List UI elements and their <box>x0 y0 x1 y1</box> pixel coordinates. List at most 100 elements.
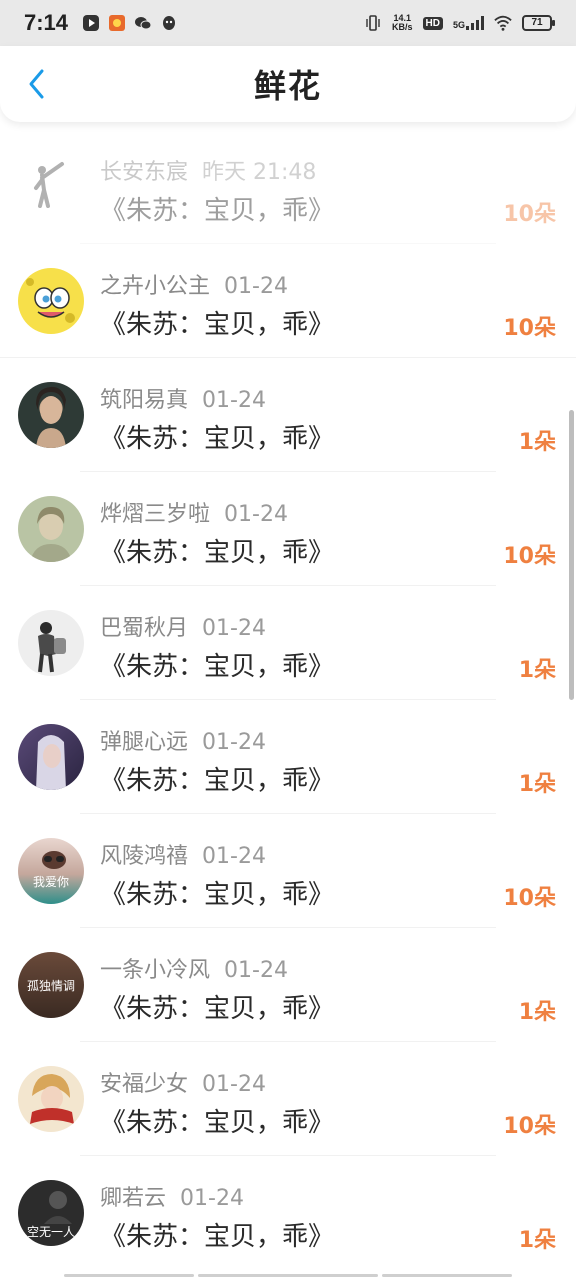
avatar-caption: 我爱你 <box>32 875 69 889</box>
list-item[interactable]: 长安东宸 昨天 21:48 《朱苏：宝贝，乖》 10朵 <box>0 130 576 244</box>
martial-arts-figure-icon <box>34 162 64 208</box>
header-bar: 鲜花 <box>0 46 576 122</box>
back-button[interactable] <box>16 64 56 104</box>
song-title: 《朱苏：宝贝，乖》 <box>100 652 335 682</box>
avatar-caption: 空无一人 <box>26 1225 75 1239</box>
signal-type: 5G <box>452 20 465 30</box>
list-item[interactable]: 筑阳易真 01-24 《朱苏：宝贝，乖》 1朵 <box>0 358 576 472</box>
avatar[interactable]: 孤独情调 <box>18 952 84 1018</box>
flower-count: 10朵 <box>503 202 556 227</box>
send-date: 01-24 <box>202 616 266 641</box>
flower-list: 长安东宸 昨天 21:48 《朱苏：宝贝，乖》 10朵 之卉小公主 01-24 《朱… <box>0 130 576 1270</box>
notification-icons <box>82 14 178 32</box>
sender-line: 一条小冷风 01-24 <box>100 952 288 984</box>
portrait-photo <box>38 622 66 673</box>
avatar[interactable]: 我爱你 <box>18 838 84 904</box>
list-item[interactable]: 巴蜀秋月 01-24 《朱苏：宝贝，乖》 1朵 <box>0 586 576 700</box>
portrait-photo <box>30 1074 74 1124</box>
sender-line: 之卉小公主 01-24 <box>100 268 288 300</box>
flower-count: 1朵 <box>518 1228 556 1253</box>
cell-signal: 5G <box>453 16 484 30</box>
avatar[interactable]: 空无一人 <box>18 1180 84 1246</box>
flower-count: 1朵 <box>518 1000 556 1025</box>
status-indicators: 14.1 KB/s HD 5G 71 <box>364 14 555 32</box>
cartoon-sponge-avatar <box>26 278 75 323</box>
sender-name: 筑阳易真 <box>100 388 189 413</box>
send-date: 01-24 <box>224 502 288 527</box>
song-title: 《朱苏：宝贝，乖》 <box>100 766 335 796</box>
song-title: 《朱苏：宝贝，乖》 <box>100 310 335 340</box>
avatar[interactable] <box>18 610 84 676</box>
indicator-segment <box>382 1274 512 1277</box>
avatar-caption: 孤独情调 <box>26 979 75 993</box>
sender-line: 安福少女 01-24 <box>100 1066 266 1098</box>
song-title: 《朱苏：宝贝，乖》 <box>100 196 335 226</box>
sender-line: 风陵鸿禧 01-24 <box>100 838 266 870</box>
indicator-segment <box>64 1274 194 1277</box>
sender-name: 烨熠三岁啦 <box>100 502 211 527</box>
song-title: 《朱苏：宝贝，乖》 <box>100 994 335 1024</box>
sender-line: 卿若云 01-24 <box>100 1180 244 1212</box>
send-date: 01-24 <box>202 730 266 755</box>
network-speed: 14.1 KB/s <box>392 14 413 32</box>
sender-line: 筑阳易真 01-24 <box>100 382 266 414</box>
list-item[interactable]: 我爱你 风陵鸿禧 01-24 《朱苏：宝贝，乖》 10朵 <box>0 814 576 928</box>
send-date: 01-24 <box>224 958 288 983</box>
portrait-photo <box>36 386 66 448</box>
send-date: 昨天 21:48 <box>202 160 317 185</box>
song-title: 《朱苏：宝贝，乖》 <box>100 880 335 910</box>
sender-line: 长安东宸 昨天 21:48 <box>100 154 316 186</box>
sender-name: 安福少女 <box>100 1072 189 1097</box>
sender-name: 弹腿心远 <box>100 730 189 755</box>
list-item[interactable]: 弹腿心远 01-24 《朱苏：宝贝，乖》 1朵 <box>0 700 576 814</box>
indicator-segment <box>198 1274 378 1277</box>
portrait-photo <box>36 735 66 790</box>
sender-name: 风陵鸿禧 <box>100 844 189 869</box>
status-bar: 7:14 14.1 KB/s HD 5G 71 <box>0 0 576 46</box>
flower-count: 1朵 <box>518 658 556 683</box>
song-title: 《朱苏：宝贝，乖》 <box>100 424 335 454</box>
flower-count: 10朵 <box>503 544 556 569</box>
battery-indicator: 71 <box>522 15 555 31</box>
list-item[interactable]: 空无一人 卿若云 01-24 《朱苏：宝贝，乖》 1朵 <box>0 1156 576 1270</box>
song-title: 《朱苏：宝贝，乖》 <box>100 1108 335 1138</box>
list-item[interactable]: 烨熠三岁啦 01-24 《朱苏：宝贝，乖》 10朵 <box>0 472 576 586</box>
send-date: 01-24 <box>180 1186 244 1211</box>
list-item[interactable]: 孤独情调 一条小冷风 01-24 《朱苏：宝贝，乖》 1朵 <box>0 928 576 1042</box>
avatar[interactable] <box>18 496 84 562</box>
sender-name: 卿若云 <box>100 1186 167 1211</box>
list-item[interactable]: 安福少女 01-24 《朱苏：宝贝，乖》 10朵 <box>0 1042 576 1156</box>
portrait-photo <box>42 851 66 869</box>
flower-count: 10朵 <box>503 316 556 341</box>
avatar[interactable] <box>18 382 84 448</box>
status-time: 7:14 <box>24 10 69 35</box>
network-speed-unit: KB/s <box>392 22 413 32</box>
sender-line: 弹腿心远 01-24 <box>100 724 266 756</box>
scrollbar[interactable] <box>569 410 574 700</box>
avatar[interactable] <box>18 154 84 220</box>
avatar[interactable] <box>18 268 84 334</box>
song-title: 《朱苏：宝贝，乖》 <box>100 538 335 568</box>
sender-name: 长安东宸 <box>100 160 189 185</box>
chevron-left-icon <box>29 69 44 99</box>
sender-line: 巴蜀秋月 01-24 <box>100 610 266 642</box>
page-title: 鲜花 <box>253 67 322 105</box>
list-item[interactable]: 之卉小公主 01-24 《朱苏：宝贝，乖》 10朵 <box>0 244 576 358</box>
avatar[interactable] <box>18 724 84 790</box>
signal-bars-icon <box>466 16 484 30</box>
game-app-icon <box>109 15 126 31</box>
sender-name: 巴蜀秋月 <box>100 616 189 641</box>
sender-name: 一条小冷风 <box>100 958 211 983</box>
flower-count: 10朵 <box>503 1114 556 1139</box>
qq-icon <box>163 16 176 30</box>
avatar[interactable] <box>18 1066 84 1132</box>
hd-badge: HD <box>422 16 443 30</box>
send-date: 01-24 <box>202 1072 266 1097</box>
send-date: 01-24 <box>202 844 266 869</box>
wifi-icon <box>494 15 512 31</box>
wechat-icon <box>135 17 152 30</box>
flower-count: 1朵 <box>518 430 556 455</box>
flower-count: 1朵 <box>518 772 556 797</box>
portrait-photo <box>30 506 72 562</box>
vibrate-icon <box>366 15 380 31</box>
